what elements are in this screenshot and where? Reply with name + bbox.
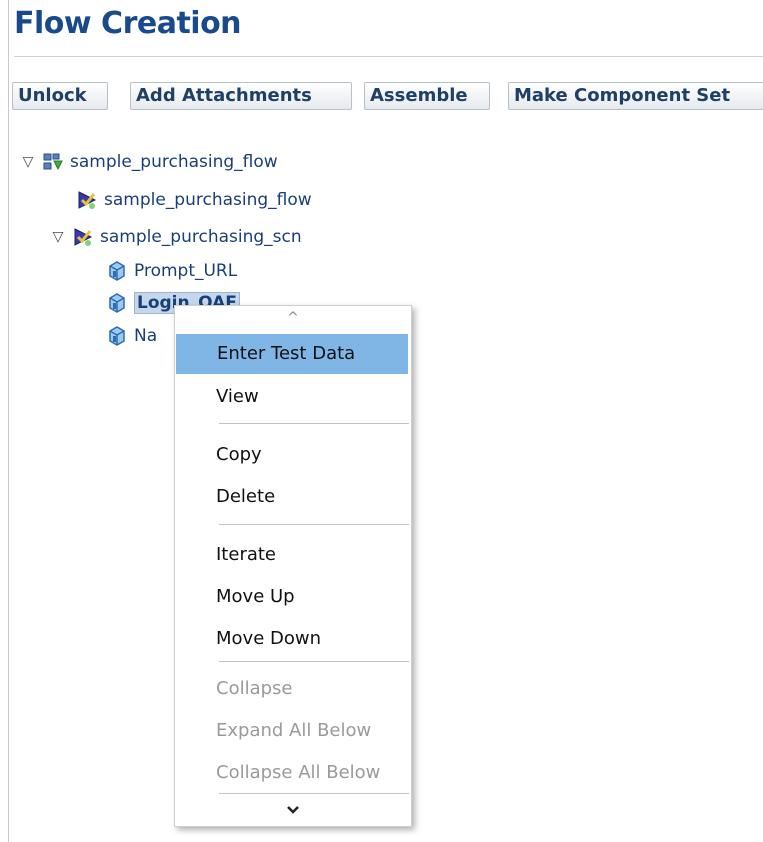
menu-item-delete[interactable]: Delete [175,477,409,517]
menu-item-collapse: Collapse [216,678,293,699]
menu-item-view[interactable]: View [175,377,409,417]
tree-node-label: sample_purchasing_scn [100,227,302,247]
menu-item-copy[interactable]: Copy [175,435,409,475]
menu-separator [219,423,409,424]
menu-item-move-down[interactable]: Move Down [175,619,409,659]
menu-item-expand-all-below: Expand All Below [216,720,372,741]
scenario-icon [74,228,93,246]
menu-separator [219,793,409,794]
component-icon [109,293,125,313]
menu-separator [219,661,409,662]
tree-node-flow[interactable]: sample_purchasing_flow [76,188,312,212]
context-menu: ^ Enter Test Data View Copy Delete Itera… [174,305,412,827]
tree-node-component[interactable]: Na [106,324,157,348]
menu-item-collapse-all-below: Collapse All Below [216,762,381,783]
flow-icon [43,153,63,171]
tree-node-component[interactable]: Prompt_URL [106,259,237,283]
menu-item-iterate[interactable]: Iterate [175,535,409,575]
menu-separator [219,524,409,525]
expanded-triangle-icon[interactable]: ▽ [20,154,36,170]
tree-node-label: Na [134,326,158,346]
chevron-down-icon[interactable] [175,800,411,820]
tree-node-label: sample_purchasing_flow [104,190,312,210]
chevron-up-icon[interactable]: ^ [175,308,411,328]
menu-item-move-up[interactable]: Move Up [175,577,409,617]
tree-node-label: Prompt_URL [134,261,238,281]
expanded-triangle-icon[interactable]: ▽ [50,229,66,245]
scenario-icon [78,191,97,209]
tree-node-root[interactable]: ▽ sample_purchasing_flow [20,150,278,174]
tree-node-scenario[interactable]: ▽ sample_purchasing_scn [50,225,302,249]
component-icon [109,326,125,346]
menu-item-enter-test-data[interactable]: Enter Test Data [176,334,408,374]
tree-node-label: sample_purchasing_flow [70,152,278,172]
component-icon [109,261,125,281]
